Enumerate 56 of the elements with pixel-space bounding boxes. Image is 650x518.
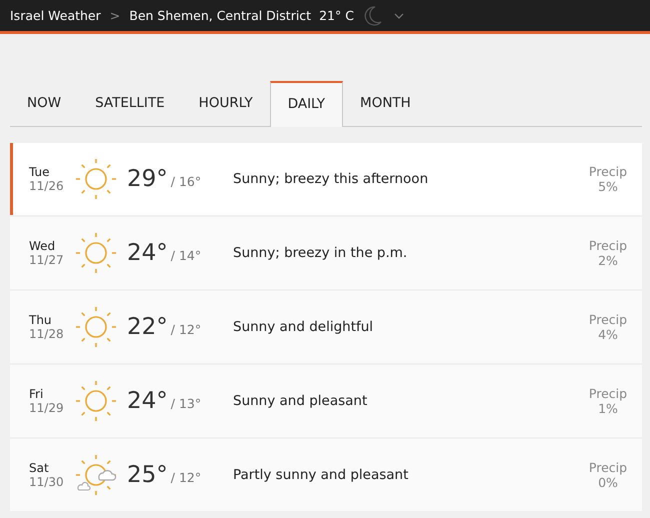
- sun-icon: [75, 306, 117, 348]
- forecast-row[interactable]: Wed 11/27 24°/ 14° Sunny; breezy in the p.m. Precip 2%: [10, 217, 642, 289]
- sun-cloud-icon: [75, 454, 117, 496]
- date: 11/28: [29, 327, 65, 341]
- day-name: Wed: [29, 239, 56, 253]
- low-temperature: / 12°: [170, 322, 202, 337]
- low-temperature: / 13°: [170, 396, 202, 411]
- low-temperature: / 12°: [170, 470, 202, 485]
- low-temperature: / 16°: [170, 174, 202, 189]
- date: 11/29: [29, 401, 65, 415]
- high-temperature: 24°: [127, 388, 168, 414]
- location-name[interactable]: Ben Shemen, Central District: [129, 8, 312, 23]
- day-name: Fri: [29, 387, 44, 401]
- forecast-phrase: Sunny; breezy in the p.m.: [233, 245, 408, 261]
- forecast-phrase: Sunny; breezy this afternoon: [233, 171, 430, 187]
- chevron-down-icon[interactable]: [394, 12, 404, 18]
- precip-value: 0%: [598, 475, 618, 490]
- forecast-row[interactable]: Tue 11/26 29°/ 16° Sunny; breezy this afternoon Precip 5%: [10, 143, 642, 215]
- forecast-row[interactable]: Thu 11/28 22°/ 12° Sunny and delightful Precip 4%: [10, 291, 642, 363]
- sun-icon: [75, 158, 117, 200]
- date: 11/30: [29, 475, 65, 489]
- moon-icon: [364, 6, 382, 26]
- forecast-row[interactable]: Fri 11/29 24°/ 13° Sunny and pleasant Precip 1%: [10, 365, 642, 437]
- high-temperature: 22°: [127, 314, 168, 340]
- tab[interactable]: NOW: [10, 81, 78, 126]
- precip-value: 2%: [598, 253, 618, 268]
- date: 11/27: [29, 253, 65, 267]
- forecast-row[interactable]: Sat 11/30 25°/ 12° Partly sunny and pleasant Precip 0%: [10, 439, 642, 511]
- high-temperature: 29°: [127, 166, 168, 192]
- precip-label: Precip: [588, 238, 628, 253]
- current-temperature: 21° C: [319, 8, 354, 23]
- sun-icon: [75, 380, 117, 422]
- day-name: Thu: [29, 313, 53, 327]
- date: 11/26: [29, 179, 65, 193]
- tab[interactable]: SATELLITE: [78, 81, 182, 126]
- high-temperature: 24°: [127, 240, 168, 266]
- tab[interactable]: MONTH: [343, 81, 428, 126]
- forecast-phrase: Sunny and pleasant: [233, 393, 368, 409]
- precip-value: 4%: [598, 327, 618, 342]
- low-temperature: / 14°: [170, 248, 202, 263]
- breadcrumb-separator: >: [110, 8, 120, 23]
- precip-value: 5%: [598, 179, 618, 194]
- breadcrumb-link[interactable]: Israel Weather: [10, 8, 101, 23]
- tab[interactable]: HOURLY: [182, 81, 270, 126]
- day-name: Tue: [29, 165, 50, 179]
- forecast-phrase: Sunny and delightful: [233, 319, 374, 335]
- tab[interactable]: DAILY: [270, 81, 344, 127]
- precip-label: Precip: [588, 460, 628, 475]
- sun-icon: [75, 232, 117, 274]
- precip-value: 1%: [598, 401, 618, 416]
- high-temperature: 25°: [127, 462, 168, 488]
- precip-label: Precip: [588, 312, 628, 327]
- precip-label: Precip: [588, 386, 628, 401]
- precip-label: Precip: [588, 164, 628, 179]
- day-name: Sat: [29, 461, 50, 475]
- forecast-phrase: Partly sunny and pleasant: [233, 467, 410, 483]
